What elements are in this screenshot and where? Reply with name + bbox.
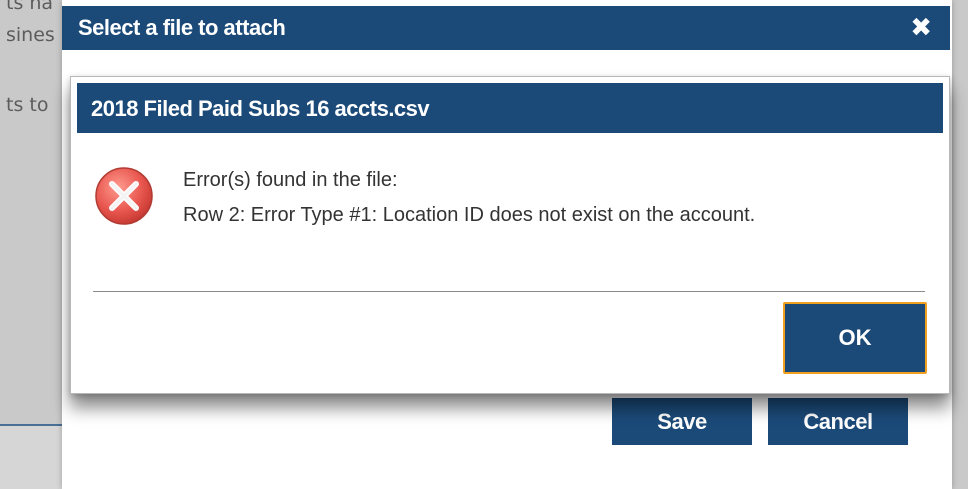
error-message-heading: Error(s) found in the file: xyxy=(183,169,398,191)
cancel-button[interactable]: Cancel xyxy=(768,398,908,445)
attach-file-dialog-title: Select a file to attach xyxy=(78,15,286,40)
close-icon[interactable]: ✖ xyxy=(910,12,932,42)
background-text: sines xyxy=(6,24,55,46)
divider xyxy=(93,291,925,292)
background-text: ts ha xyxy=(6,0,54,14)
ok-button[interactable]: OK xyxy=(783,302,927,374)
background-text: ts to xyxy=(6,94,49,116)
error-dialog-title: 2018 Filed Paid Subs 16 accts.csv xyxy=(91,96,430,121)
error-dialog: 2018 Filed Paid Subs 16 accts.csv Error(… xyxy=(70,76,950,394)
background-footer xyxy=(0,426,62,489)
error-dialog-header: 2018 Filed Paid Subs 16 accts.csv xyxy=(77,83,943,133)
attach-file-dialog-header: Select a file to attach ✖ xyxy=(62,6,950,50)
error-icon xyxy=(95,167,153,225)
error-message-detail: Row 2: Error Type #1: Location ID does n… xyxy=(183,204,756,226)
save-button[interactable]: Save xyxy=(612,398,752,445)
